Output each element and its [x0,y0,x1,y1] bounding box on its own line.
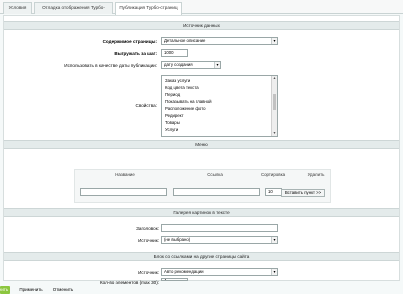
scroll-up-icon[interactable]: ▲ [272,76,277,81]
pubdate-label: Использовать в качестве даты публикации: [64,63,157,68]
menu-sort-input[interactable]: 10 [265,188,282,196]
list-item[interactable]: Расположение фото [165,106,206,112]
page-content-value: Детальное описание [164,38,206,43]
list-item[interactable]: Показывать на главной [165,99,212,105]
gallery-source-value: (не выбрано) [164,237,191,242]
save-button[interactable]: Сохранить [0,286,10,294]
menu-name-input[interactable] [80,188,167,196]
list-item[interactable]: Период [165,92,180,98]
menu-link-input[interactable] [173,188,260,196]
links-source-value: Авто рекомендации [164,269,204,274]
gallery-heading-input[interactable] [161,224,278,232]
chevron-down-icon: ▾ [271,269,277,275]
tab-turbo-debug[interactable]: Отладка отображения Турбо-страницы [34,2,113,20]
scrollbar-thumb[interactable] [273,94,276,110]
unload-label: Выгружать за шаг: [114,51,157,56]
apply-button[interactable]: Применить [17,286,45,294]
tab-conditions[interactable]: Условия [3,2,32,14]
insert-item-button[interactable]: Вставить пункт >> [281,189,325,197]
col-header-sort: Сортировка [260,172,286,177]
cancel-button[interactable]: Отменить [51,286,75,294]
scroll-down-icon[interactable]: ▼ [272,131,277,136]
tab-turbo-publish[interactable]: Публикация Турбо-страниц [115,2,182,15]
page-content-label: Содержимое страницы: [102,39,157,44]
col-header-name: Название [115,172,135,177]
pubdate-value: дату создания [164,62,193,67]
settings-panel: Источник данных Содержимое страницы: Дет… [3,15,400,285]
section-header-links: Блок со ссылками на другие страницы сайт… [4,252,399,261]
section-header-gallery: Галерея картинок в тексте [4,208,399,217]
tab-bar: Условия Отладка отображения Турбо-страни… [0,0,403,20]
list-item[interactable]: Заказ услуги [165,78,190,84]
unload-input[interactable]: 1000 [161,49,188,57]
properties-label: Свойства: [135,103,157,108]
gallery-source-select[interactable]: (не выбрано) ▾ [161,236,278,244]
gallery-source-label: Источник: [138,238,159,243]
links-source-label: Источник: [138,270,159,275]
chevron-down-icon: ▾ [271,38,277,44]
links-count-input[interactable]: 4 [161,278,188,281]
links-count-label: Кол-во элементов (max 30): [99,280,159,285]
chevron-down-icon: ▾ [214,62,220,68]
col-header-link: Ссылка [207,172,223,177]
menu-table: Название Ссылка Сортировка Удалить 10 [74,169,331,203]
properties-listbox[interactable]: Заказ услуги Код цвета текста Период Пок… [161,75,278,137]
list-item[interactable]: Услуги [165,127,178,133]
section-header-data-source: Источник данных [4,21,399,30]
listbox-scrollbar[interactable]: ▲ ▼ [271,76,277,136]
links-source-select[interactable]: Авто рекомендации ▾ [161,268,278,276]
gallery-heading-label: Заголовок: [136,226,159,231]
footer-bar: Сохранить Применить Отменить [0,285,403,294]
col-header-delete: Удалить [307,172,325,177]
list-item[interactable]: Редирект [165,113,184,119]
pubdate-select[interactable]: дату создания ▾ [161,61,221,69]
list-item[interactable]: Код цвета текста [165,85,199,91]
page-content-select[interactable]: Детальное описание ▾ [161,37,278,45]
chevron-down-icon: ▾ [271,237,277,243]
list-item[interactable]: Товары [165,120,180,126]
section-header-menu: Меню [4,140,399,149]
